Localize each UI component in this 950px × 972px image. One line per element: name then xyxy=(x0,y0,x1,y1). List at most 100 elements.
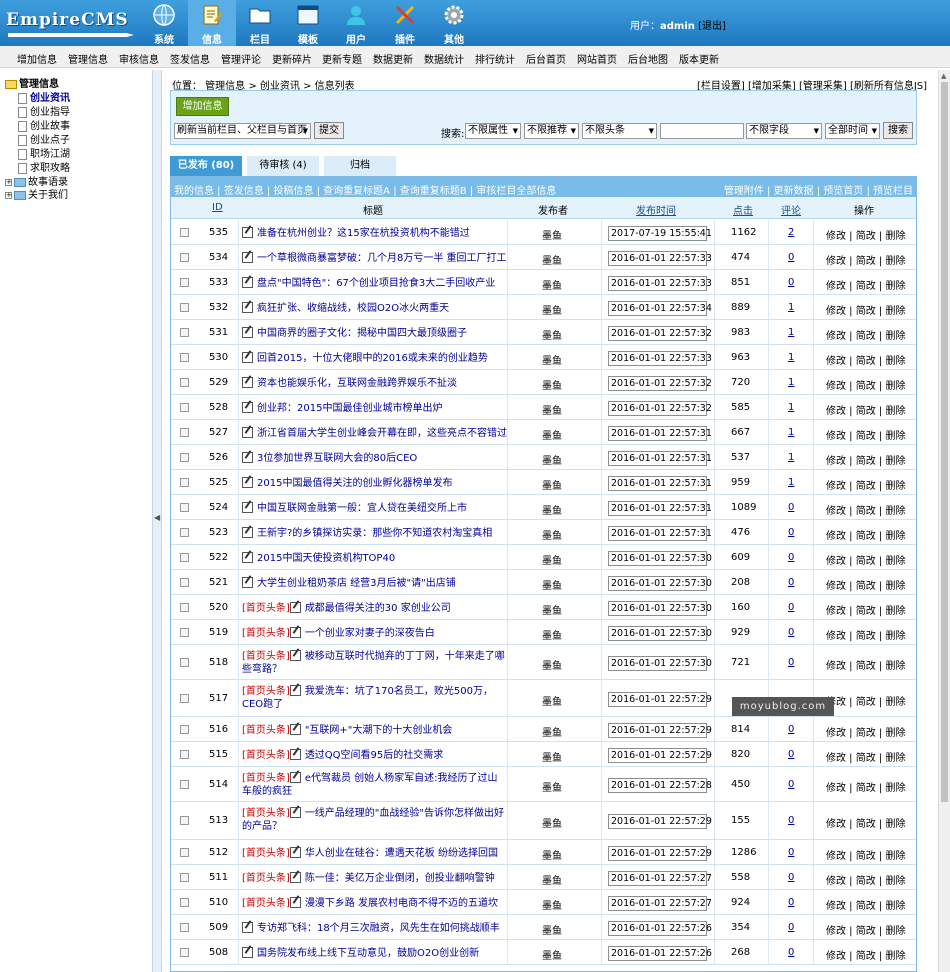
col-id[interactable]: ID xyxy=(212,202,223,213)
row-time-input[interactable]: 2016-01-01 22:57:31 xyxy=(608,426,712,441)
row-title-link[interactable]: 成都最值得关注的30 家创业公司 xyxy=(305,603,451,614)
row-actions[interactable]: 修改 | 简改 | 删除 xyxy=(826,552,905,567)
row-time-input[interactable]: 2016-01-01 22:57:30 xyxy=(608,551,712,566)
menu-item-4[interactable]: 管理评论 xyxy=(221,51,261,66)
row-time-input[interactable]: 2016-01-01 22:57:33 xyxy=(608,276,712,291)
row-time-input[interactable]: 2016-01-01 22:57:26 xyxy=(608,921,712,936)
col-time[interactable]: 发布时间 xyxy=(636,202,676,217)
row-comments-link[interactable]: 0 xyxy=(788,252,794,263)
nav-item-4[interactable]: 用户 xyxy=(332,0,380,46)
left-links[interactable]: 我的信息 | 签发信息 | 投稿信息 | 查询重复标题A | 查询重复标题B |… xyxy=(174,182,556,197)
row-comments-link[interactable]: 1 xyxy=(788,302,794,313)
row-checkbox[interactable] xyxy=(180,303,189,312)
tab-pending[interactable]: 待审核 (4) xyxy=(247,156,319,176)
row-title-link[interactable]: 一个创业家对妻子的深夜告白 xyxy=(305,628,435,639)
row-time-input[interactable]: 2016-01-01 22:57:28 xyxy=(608,778,712,793)
row-title-link[interactable]: 漫漫下乡路 发展农村电商不得不迈的五道坎 xyxy=(305,898,498,909)
nav-item-1[interactable]: 信息 xyxy=(188,0,236,46)
row-checkbox[interactable] xyxy=(180,578,189,587)
row-time-input[interactable]: 2016-01-01 22:57:33 xyxy=(608,251,712,266)
row-checkbox[interactable] xyxy=(180,948,189,957)
col-hits[interactable]: 点击 xyxy=(733,202,753,217)
row-comments-link[interactable]: 1 xyxy=(788,377,794,388)
row-checkbox[interactable] xyxy=(180,923,189,932)
add-info-button[interactable]: 增加信息 xyxy=(176,97,229,116)
menu-item-2[interactable]: 审核信息 xyxy=(119,51,159,66)
row-checkbox[interactable] xyxy=(180,253,189,262)
row-comments-link[interactable]: 0 xyxy=(788,657,794,668)
attr-select[interactable]: 不限属性 ▼ xyxy=(465,123,521,139)
row-comments-link[interactable]: 0 xyxy=(788,577,794,588)
row-actions[interactable]: 修改 | 简改 | 删除 xyxy=(826,627,905,642)
row-checkbox[interactable] xyxy=(180,328,189,337)
menu-item-7[interactable]: 数据更新 xyxy=(373,51,413,66)
nav-item-5[interactable]: 插件 xyxy=(381,0,429,46)
row-checkbox[interactable] xyxy=(180,478,189,487)
row-comments-link[interactable]: 1 xyxy=(788,402,794,413)
row-time-input[interactable]: 2016-01-01 22:57:29 xyxy=(608,692,712,707)
refresh-select[interactable]: 刷新当前栏目、父栏目与首页 ▼ xyxy=(174,123,311,139)
row-comments-link[interactable]: 0 xyxy=(788,815,794,826)
row-comments-link[interactable]: 0 xyxy=(788,552,794,563)
row-actions[interactable]: 修改 | 简改 | 删除 xyxy=(826,749,905,764)
row-time-input[interactable]: 2016-01-01 22:57:27 xyxy=(608,871,712,886)
menu-item-0[interactable]: 增加信息 xyxy=(17,51,57,66)
row-title-link[interactable]: 盘点"中国特色"：67个创业项目抢食3大二手回收产业 xyxy=(257,278,495,289)
headline-select[interactable]: 不限头条 ▼ xyxy=(582,123,657,139)
row-title-link[interactable]: 透过QQ空间看95后的社交需求 xyxy=(305,750,443,761)
nav-item-3[interactable]: 模板 xyxy=(284,0,332,46)
row-actions[interactable]: 修改 | 简改 | 删除 xyxy=(826,377,905,392)
nav-item-6[interactable]: 其他 xyxy=(430,0,478,46)
row-checkbox[interactable] xyxy=(180,278,189,287)
row-time-input[interactable]: 2016-01-01 22:57:30 xyxy=(608,601,712,616)
tree-item[interactable]: 求职攻略 xyxy=(18,159,70,174)
panel-splitter[interactable]: ◀ xyxy=(152,70,162,972)
row-title-link[interactable]: 大学生创业租奶茶店 经营3月后被"请"出店铺 xyxy=(257,578,456,589)
menu-item-3[interactable]: 签发信息 xyxy=(170,51,210,66)
row-time-input[interactable]: 2016-01-01 22:57:30 xyxy=(608,576,712,591)
keyword-input[interactable] xyxy=(660,123,744,139)
row-comments-link[interactable]: 1 xyxy=(788,427,794,438)
row-checkbox[interactable] xyxy=(180,694,189,703)
menu-item-11[interactable]: 网站首页 xyxy=(577,51,617,66)
row-comments-link[interactable]: 0 xyxy=(788,724,794,735)
row-checkbox[interactable] xyxy=(180,848,189,857)
row-comments-link[interactable]: 1 xyxy=(788,477,794,488)
row-comments-link[interactable]: 0 xyxy=(788,627,794,638)
tree-root[interactable]: 管理信息 xyxy=(5,75,59,90)
row-title-link[interactable]: "互联网+"大潮下的十大创业机会 xyxy=(305,725,453,736)
menu-item-8[interactable]: 数据统计 xyxy=(424,51,464,66)
menu-item-1[interactable]: 管理信息 xyxy=(68,51,108,66)
row-comments-link[interactable]: 0 xyxy=(788,602,794,613)
row-actions[interactable]: 修改 | 简改 | 删除 xyxy=(826,897,905,912)
search-button[interactable]: 搜索 xyxy=(883,122,913,139)
menu-item-12[interactable]: 后台地图 xyxy=(628,51,668,66)
row-checkbox[interactable] xyxy=(180,228,189,237)
tab-archive[interactable]: 归档 xyxy=(324,156,396,176)
row-checkbox[interactable] xyxy=(180,780,189,789)
collapse-left-icon[interactable]: ◀ xyxy=(154,513,160,522)
row-actions[interactable]: 修改 | 简改 | 删除 xyxy=(826,402,905,417)
row-checkbox[interactable] xyxy=(180,603,189,612)
row-checkbox[interactable] xyxy=(180,816,189,825)
row-comments-link[interactable]: 0 xyxy=(788,527,794,538)
row-checkbox[interactable] xyxy=(180,528,189,537)
row-checkbox[interactable] xyxy=(180,503,189,512)
row-title-link[interactable]: 专访郑飞科：18个月三次融资，风先生在如何挑战顺丰 xyxy=(257,923,500,934)
row-checkbox[interactable] xyxy=(180,353,189,362)
row-actions[interactable]: 修改 | 简改 | 删除 xyxy=(826,302,905,317)
row-checkbox[interactable] xyxy=(180,750,189,759)
tree-item[interactable]: 职场江湖 xyxy=(18,145,70,160)
row-actions[interactable]: 修改 | 简改 | 删除 xyxy=(826,452,905,467)
row-title-link[interactable]: 浙江省首届大学生创业峰会开幕在即，这些亮点不容错过 xyxy=(257,428,507,439)
row-comments-link[interactable]: 0 xyxy=(788,779,794,790)
row-actions[interactable]: 修改 | 简改 | 删除 xyxy=(826,577,905,592)
row-title-link[interactable]: 王新宇?的乡镇探访实录：那些你不知道农村淘宝真相 xyxy=(257,528,492,539)
row-actions[interactable]: 修改 | 简改 | 删除 xyxy=(826,872,905,887)
submit-button[interactable]: 提交 xyxy=(314,122,344,139)
row-checkbox[interactable] xyxy=(180,378,189,387)
row-checkbox[interactable] xyxy=(180,898,189,907)
row-time-input[interactable]: 2016-01-01 22:57:31 xyxy=(608,526,712,541)
expand-icon[interactable]: + xyxy=(5,178,12,186)
tree-item[interactable]: 创业点子 xyxy=(18,131,70,146)
